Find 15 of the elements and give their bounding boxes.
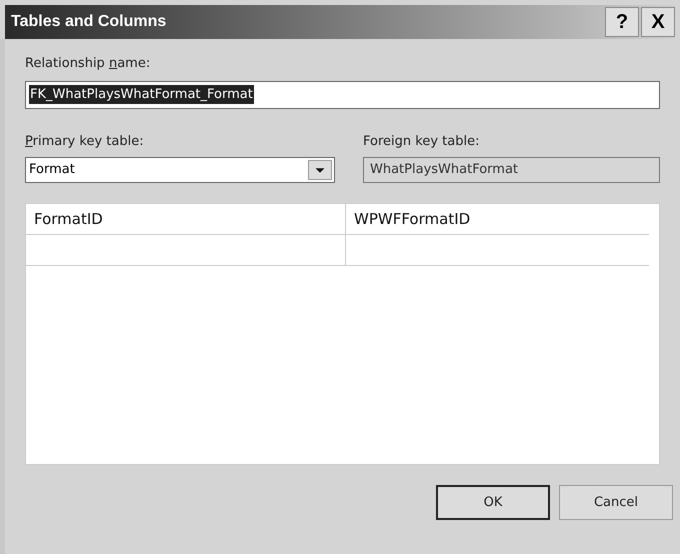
field-value: FK_WhatPlaysWhatFormat_Format	[29, 84, 254, 104]
close-button[interactable]: X	[641, 7, 675, 37]
table-cell[interactable]: WPWFFormatID	[346, 204, 649, 234]
cancel-button[interactable]: Cancel	[559, 485, 673, 520]
table-cell[interactable]: FormatID	[26, 204, 346, 234]
ok-button[interactable]: OK	[436, 485, 550, 520]
window-title: Tables and Columns	[11, 12, 166, 32]
relationship-name-field[interactable]: FK_WhatPlaysWhatFormat_Format	[25, 80, 660, 108]
primary-key-dropdown[interactable]: Format	[25, 157, 335, 183]
help-button[interactable]: ?	[605, 7, 639, 37]
primary-key-label: Primary key table:	[25, 132, 144, 150]
foreign-key-label: Foreign key table:	[363, 132, 480, 150]
caret-icon	[308, 160, 332, 180]
relationship-name-label: Relationship name:	[25, 55, 150, 73]
foreign-key-field: WhatPlaysWhatFormat	[363, 157, 660, 183]
